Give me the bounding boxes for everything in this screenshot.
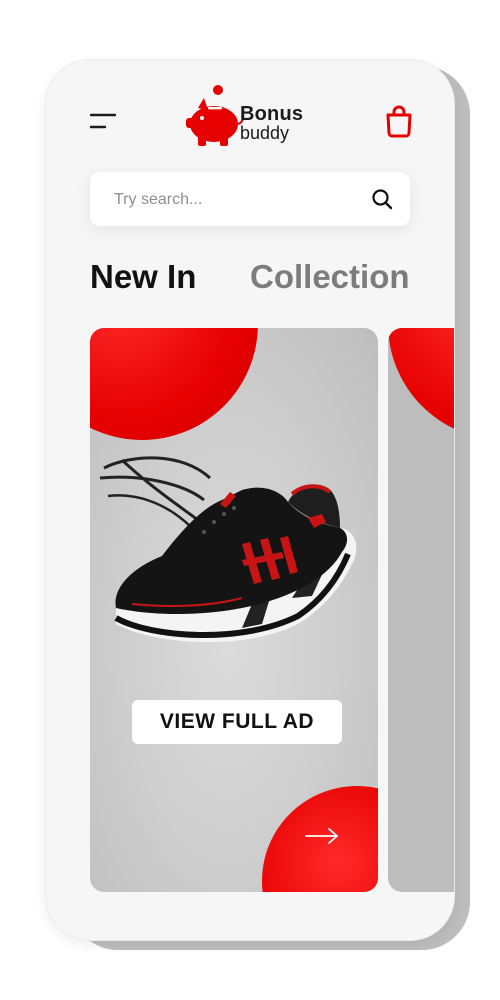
arrow-right-icon[interactable] xyxy=(304,826,340,846)
stage: Bonus buddy New In Collection xyxy=(0,0,500,1000)
view-full-ad-button[interactable]: VIEW FULL AD xyxy=(132,700,342,744)
product-card-next[interactable] xyxy=(388,328,454,892)
decor-circle-top xyxy=(90,328,258,440)
decor-circle-top xyxy=(388,328,454,440)
shopping-bag-icon[interactable] xyxy=(384,104,414,138)
brand-logo[interactable]: Bonus buddy xyxy=(184,80,316,150)
phone-screen: Bonus buddy New In Collection xyxy=(46,60,454,940)
search-bar xyxy=(90,172,410,228)
brand-name: Bonus buddy xyxy=(240,104,303,142)
hamburger-menu-icon[interactable] xyxy=(90,112,116,130)
piggy-bank-icon xyxy=(186,85,244,146)
product-card[interactable]: VIEW FULL AD xyxy=(90,328,378,892)
brand-name-line1: Bonus xyxy=(240,103,304,125)
sneaker-product-image xyxy=(99,456,357,643)
tab-new-in[interactable]: New In xyxy=(90,258,196,296)
search-icon[interactable] xyxy=(371,188,393,210)
brand-name-line2: buddy xyxy=(240,123,290,143)
tab-collection[interactable]: Collection xyxy=(250,258,410,296)
search-input[interactable] xyxy=(112,172,356,228)
